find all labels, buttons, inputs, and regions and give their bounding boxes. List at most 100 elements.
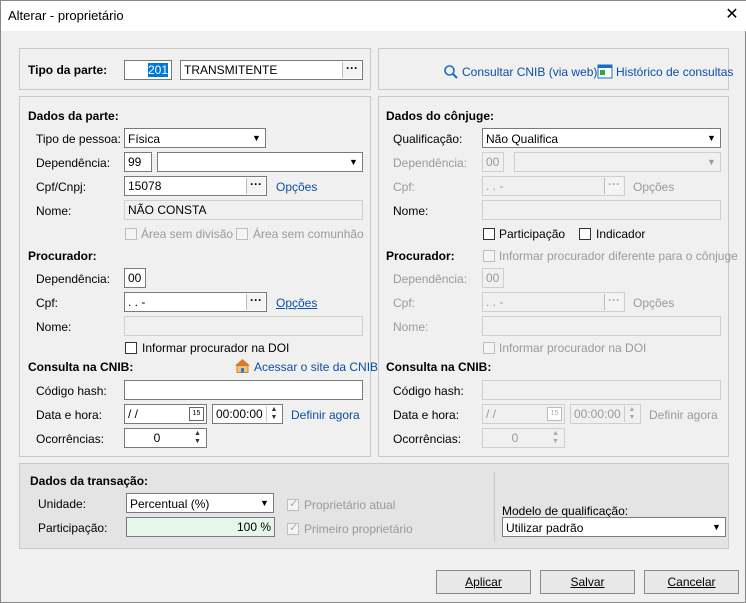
conjuge-cpf-input: . . - ··· bbox=[482, 176, 625, 196]
chevron-down-icon: ▼ bbox=[707, 133, 716, 143]
data-value: / / bbox=[128, 407, 139, 421]
chevron-down-icon: ▼ bbox=[712, 522, 721, 532]
salvar-button[interactable]: Salvar bbox=[540, 570, 635, 594]
window-title: Alterar - proprietário bbox=[8, 8, 124, 23]
conjuge-proc-doi-label: Informar procurador na DOI bbox=[499, 341, 647, 355]
tipo-label: Tipo da parte: bbox=[28, 63, 108, 77]
area-sem-divisao-checkbox[interactable] bbox=[125, 228, 137, 240]
hash-input[interactable] bbox=[124, 380, 363, 400]
spinner-icon: ▲ ▼ bbox=[552, 430, 559, 445]
nome-value: NÃO CONSTA bbox=[128, 203, 207, 217]
cancelar-label: Cancelar bbox=[667, 575, 716, 589]
salvar-label: Salvar bbox=[570, 575, 605, 589]
conjuge-cpf-ellipsis-button: ··· bbox=[604, 178, 623, 194]
unidade-value: Percentual (%) bbox=[130, 497, 210, 511]
ocorrencias-input[interactable]: 0 ▲ ▼ bbox=[124, 428, 207, 448]
area-sem-divisao-label: Área sem divisão bbox=[141, 227, 234, 241]
transacao-divider bbox=[494, 472, 495, 542]
procurador-opcoes-link[interactable]: Opções bbox=[276, 296, 317, 310]
spinner-icon[interactable]: ▲ ▼ bbox=[190, 430, 205, 446]
qualificacao-select[interactable]: Não Qualifica ▼ bbox=[482, 128, 721, 148]
primeiro-proprietario-label: Primeiro proprietário bbox=[304, 522, 413, 536]
spinner-icon: ▲ ▼ bbox=[624, 406, 639, 422]
historico-link[interactable]: Histórico de consultas bbox=[616, 65, 733, 79]
procurador-doi-checkbox[interactable] bbox=[125, 342, 137, 354]
proprietario-atual-checkbox[interactable] bbox=[287, 497, 299, 511]
conjuge-proc-dependencia-label: Dependência: bbox=[393, 272, 468, 286]
modelo-select[interactable]: Utilizar padrão ▼ bbox=[502, 517, 726, 537]
participacao-checkbox[interactable] bbox=[483, 228, 495, 240]
dependencia-select[interactable]: ▼ bbox=[157, 152, 363, 172]
conjuge-ocorrencias-value: 0 bbox=[511, 431, 519, 445]
primeiro-proprietario-checkbox[interactable] bbox=[287, 521, 299, 535]
tipo-value: TRANSMITENTE bbox=[184, 63, 278, 77]
indicador-checkbox[interactable] bbox=[579, 228, 591, 240]
informar-diferente-checkbox[interactable] bbox=[483, 250, 495, 262]
hash-label: Código hash: bbox=[36, 384, 107, 398]
conjuge-cpf-value: . . - bbox=[486, 179, 504, 193]
conjuge-proc-cpf-value: . . - bbox=[486, 295, 504, 309]
conjuge-ocorrencias-input: 0 ▲ ▼ bbox=[482, 428, 565, 448]
participacao-value: 100 % bbox=[236, 520, 271, 534]
area-sem-comunhao-checkbox[interactable] bbox=[236, 228, 248, 240]
conjuge-definir-agora: Definir agora bbox=[649, 408, 718, 422]
data-input[interactable]: / / 15 bbox=[124, 404, 207, 424]
conjuge-title: Dados do cônjuge: bbox=[386, 109, 494, 123]
procurador-title: Procurador: bbox=[28, 249, 97, 263]
procurador-cpf-label: Cpf: bbox=[36, 296, 59, 310]
modelo-value: Utilizar padrão bbox=[506, 521, 584, 535]
proprietario-atual-label: Proprietário atual bbox=[304, 498, 396, 512]
indicador-label: Indicador bbox=[596, 227, 646, 241]
qualificacao-label: Qualificação: bbox=[393, 132, 463, 146]
conjuge-proc-cpf-input: . . - ··· bbox=[482, 292, 625, 312]
hora-value: 00:00:00 bbox=[216, 407, 263, 421]
dialog-window: Alterar - proprietário ✕ Tipo da parte: … bbox=[0, 0, 746, 603]
nome-label: Nome: bbox=[36, 204, 72, 218]
procurador-cpf-ellipsis-button[interactable]: ··· bbox=[246, 294, 265, 310]
procurador-cpf-input[interactable]: . . - ··· bbox=[124, 292, 267, 312]
participacao-label: Participação bbox=[499, 227, 566, 241]
parte-panel: Dados da parte: Tipo de pessoa: Física ▼… bbox=[19, 96, 378, 457]
nome-input: NÃO CONSTA bbox=[124, 200, 363, 220]
close-icon[interactable]: ✕ bbox=[721, 5, 743, 25]
data-hora-label: Data e hora: bbox=[36, 408, 103, 422]
conjuge-proc-cpf-ellipsis-button: ··· bbox=[604, 294, 623, 310]
links-panel: Consultar CNIB (via web) Histórico de co… bbox=[378, 48, 733, 90]
conjuge-panel: Dados do cônjuge: Qualificação: Não Qual… bbox=[378, 96, 738, 457]
cpf-input[interactable]: 15078 ··· bbox=[124, 176, 267, 196]
dependencia-label: Dependência: bbox=[36, 156, 111, 170]
tipo-code-value: 201 bbox=[147, 63, 168, 77]
conjuge-cnib-title: Consulta na CNIB: bbox=[386, 360, 492, 374]
calendar-icon: 15 bbox=[547, 407, 562, 421]
calendar-icon[interactable]: 15 bbox=[189, 407, 204, 421]
tipo-ellipsis-button[interactable]: ··· bbox=[342, 62, 361, 78]
acessar-cnib-link[interactable]: Acessar o site da CNIB bbox=[254, 360, 378, 374]
cpf-label: Cpf/Cnpj: bbox=[36, 180, 87, 194]
chevron-down-icon: ▼ bbox=[707, 157, 716, 167]
spinner-icon[interactable]: ▲ ▼ bbox=[266, 406, 281, 422]
unidade-select[interactable]: Percentual (%) ▼ bbox=[126, 493, 274, 513]
conjuge-proc-nome-input bbox=[482, 316, 721, 336]
conjuge-proc-opcoes-link: Opções bbox=[633, 296, 675, 310]
procurador-dependencia-value: 00 bbox=[128, 271, 142, 285]
cancelar-button[interactable]: Cancelar bbox=[644, 570, 739, 594]
tipo-code-input[interactable]: 201 bbox=[124, 60, 172, 80]
procurador-dependencia-input[interactable]: 00 bbox=[124, 268, 146, 288]
opcoes-link[interactable]: Opções bbox=[276, 180, 317, 194]
consultar-cnib-link[interactable]: Consultar CNIB (via web) bbox=[462, 65, 597, 79]
tipo-pessoa-value: Física bbox=[128, 132, 161, 146]
aplicar-button[interactable]: Aplicar bbox=[436, 570, 531, 594]
hora-input[interactable]: 00:00:00 ▲ ▼ bbox=[212, 404, 283, 424]
definir-agora-link[interactable]: Definir agora bbox=[291, 408, 360, 422]
house-icon bbox=[235, 359, 250, 373]
conjuge-dependencia-input: 00 bbox=[482, 152, 504, 172]
cpf-ellipsis-button[interactable]: ··· bbox=[246, 178, 265, 194]
dependencia-code-input[interactable]: 99 bbox=[124, 152, 152, 172]
tipo-pessoa-select[interactable]: Física ▼ bbox=[124, 128, 266, 148]
ocorrencias-value: 0 bbox=[153, 431, 161, 445]
ocorrencias-label: Ocorrências: bbox=[36, 432, 105, 446]
conjuge-proc-doi-checkbox[interactable] bbox=[483, 342, 495, 354]
conjuge-hora-value: 00:00:00 bbox=[574, 407, 621, 421]
tipo-value-input[interactable]: TRANSMITENTE ··· bbox=[180, 60, 363, 80]
participacao-input[interactable]: 100 % bbox=[126, 517, 275, 537]
